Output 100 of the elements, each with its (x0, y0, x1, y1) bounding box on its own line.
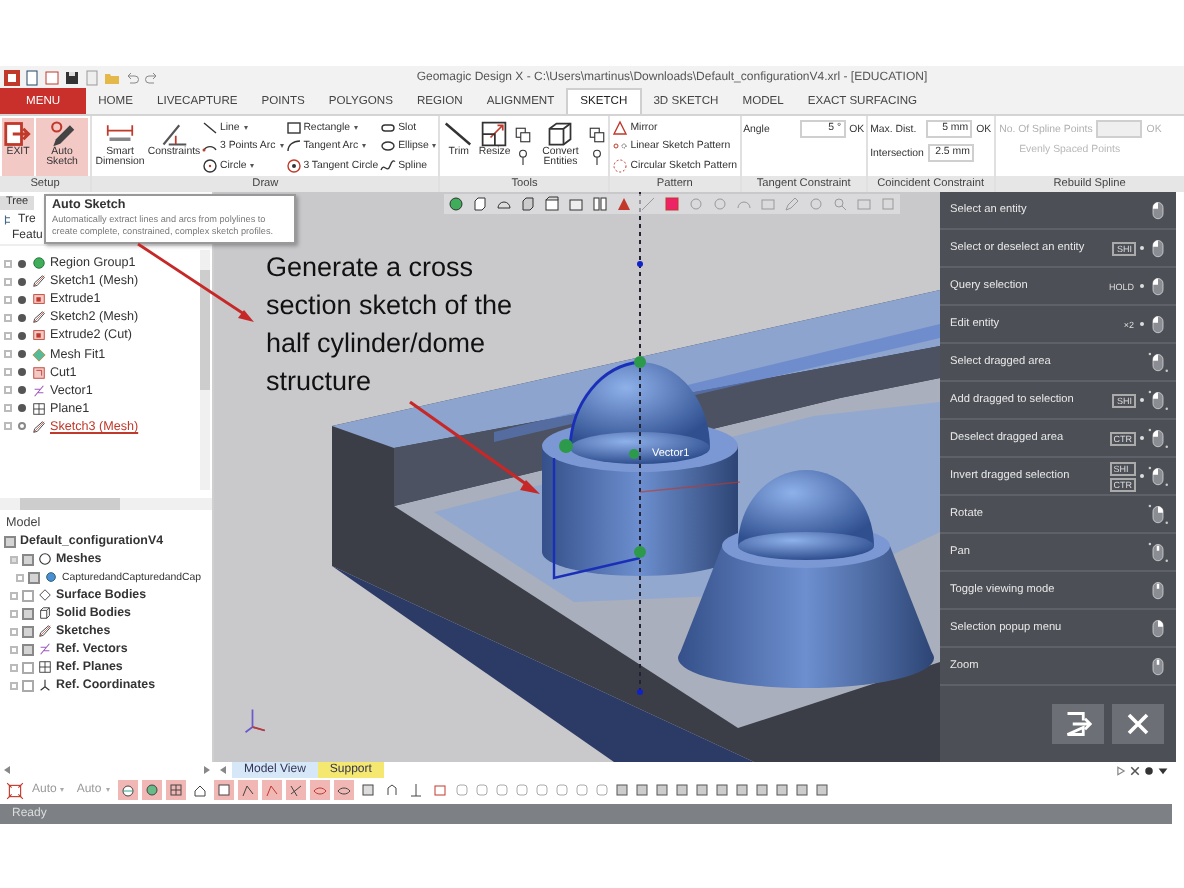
visibility-dot[interactable] (18, 368, 26, 377)
extrude-icon (32, 292, 46, 307)
line-icon[interactable] (640, 196, 656, 212)
square-icon[interactable] (513, 782, 530, 798)
pin-icon[interactable] (514, 148, 533, 166)
scroll-left-icon[interactable] (220, 766, 226, 774)
exit-button[interactable] (1052, 704, 1104, 744)
visibility-dot[interactable] (18, 295, 26, 304)
pin-icon[interactable] (588, 148, 607, 166)
box-icon[interactable] (568, 196, 584, 212)
display-toggle-button[interactable] (381, 780, 402, 800)
display-toggle-button[interactable] (357, 780, 378, 800)
display-toggle-button[interactable] (165, 780, 186, 800)
app-logo-icon[interactable] (4, 69, 20, 85)
visibility-dot[interactable] (18, 422, 26, 431)
copy-icon[interactable] (514, 126, 533, 144)
cube-icon[interactable] (520, 196, 536, 212)
checkbox[interactable] (22, 607, 34, 619)
pointer-arrow (409, 400, 540, 494)
cube-icon[interactable] (472, 196, 488, 212)
pencil-icon[interactable] (753, 782, 770, 798)
display-toggle-button[interactable] (213, 780, 234, 800)
checkbox[interactable] (28, 571, 40, 583)
cone-icon[interactable] (616, 196, 632, 212)
display-toggle-button[interactable] (189, 780, 210, 800)
display-toggle-button[interactable] (261, 780, 282, 800)
checkbox[interactable] (22, 679, 34, 691)
square-icon[interactable] (573, 782, 590, 798)
dot-icon[interactable] (1144, 765, 1154, 775)
rectangle-icon (431, 782, 448, 798)
expand-toggle[interactable] (10, 627, 18, 635)
visibility-dot[interactable] (18, 331, 26, 340)
grid-icon[interactable] (653, 782, 670, 798)
display-toggle-button[interactable] (117, 780, 138, 800)
mouse-icon (1148, 426, 1168, 450)
arc-icon[interactable] (496, 196, 512, 212)
square-icon[interactable] (553, 782, 570, 798)
magnifier-icon[interactable] (533, 782, 550, 798)
selection-icon[interactable] (6, 781, 24, 799)
circle-icon[interactable] (808, 196, 824, 212)
expand-toggle[interactable] (10, 663, 18, 671)
display-toggle-button[interactable] (285, 780, 306, 800)
resize-icon (480, 119, 509, 147)
slot-icon (380, 119, 397, 135)
visibility-dot[interactable] (18, 277, 26, 286)
new-file-icon[interactable] (24, 69, 40, 85)
save-icon[interactable] (64, 69, 80, 85)
expand-toggle[interactable] (10, 681, 18, 689)
box-icon[interactable] (544, 196, 560, 212)
expand-toggle[interactable] (10, 555, 18, 563)
visibility-dot[interactable] (18, 350, 26, 359)
display-toggle-button[interactable] (141, 780, 162, 800)
checkbox[interactable] (4, 535, 16, 547)
pencil-icon[interactable] (784, 196, 800, 212)
square-icon (215, 782, 232, 798)
expand-toggle[interactable] (16, 573, 24, 581)
expand-toggle[interactable] (10, 609, 18, 617)
checkbox[interactable] (22, 625, 34, 637)
display-toggle-button[interactable] (237, 780, 258, 800)
pencil-icon (48, 119, 76, 147)
cross-icon (287, 782, 304, 798)
visibility-dot[interactable] (18, 404, 26, 413)
square-icon[interactable] (493, 782, 510, 798)
ruler-icon[interactable] (733, 782, 750, 798)
columns-icon[interactable] (592, 196, 608, 212)
mouse-icon (1148, 464, 1168, 488)
display-toggle-button[interactable] (333, 780, 354, 800)
document-icon[interactable] (713, 782, 730, 798)
square-icon[interactable] (664, 196, 680, 212)
visibility-dot[interactable] (18, 386, 26, 395)
circle-icon[interactable] (712, 196, 728, 212)
close-icon[interactable] (1130, 765, 1140, 775)
ruler-icon[interactable] (693, 782, 710, 798)
expand-toggle[interactable] (10, 645, 18, 653)
checkbox[interactable] (22, 553, 34, 565)
magnifier-icon[interactable] (832, 196, 848, 212)
square-icon[interactable] (593, 782, 610, 798)
circle-icon[interactable] (688, 196, 704, 212)
close-button[interactable] (1112, 704, 1164, 744)
square-icon[interactable] (793, 782, 810, 798)
undo-icon[interactable] (124, 69, 140, 85)
copy-icon[interactable] (588, 126, 607, 144)
mouse-icon (1148, 654, 1168, 678)
checkbox[interactable] (22, 643, 34, 655)
visibility-dot[interactable] (18, 259, 26, 268)
mouse-icon (1148, 350, 1168, 374)
constraint-icon (160, 119, 188, 147)
display-toggle-button[interactable] (309, 780, 330, 800)
play-icon[interactable] (1116, 765, 1126, 775)
sphere-icon[interactable] (448, 196, 464, 212)
display-toggle-button[interactable] (429, 780, 450, 800)
display-toggle-button[interactable] (405, 780, 426, 800)
tree-icon (4, 213, 16, 225)
checkbox[interactable] (22, 589, 34, 601)
checkbox[interactable] (22, 661, 34, 673)
visibility-dot[interactable] (18, 313, 26, 322)
mouse-icon (1148, 198, 1168, 222)
expand-toggle[interactable] (10, 591, 18, 599)
redo-icon[interactable] (144, 69, 160, 85)
globe-icon[interactable] (773, 782, 790, 798)
